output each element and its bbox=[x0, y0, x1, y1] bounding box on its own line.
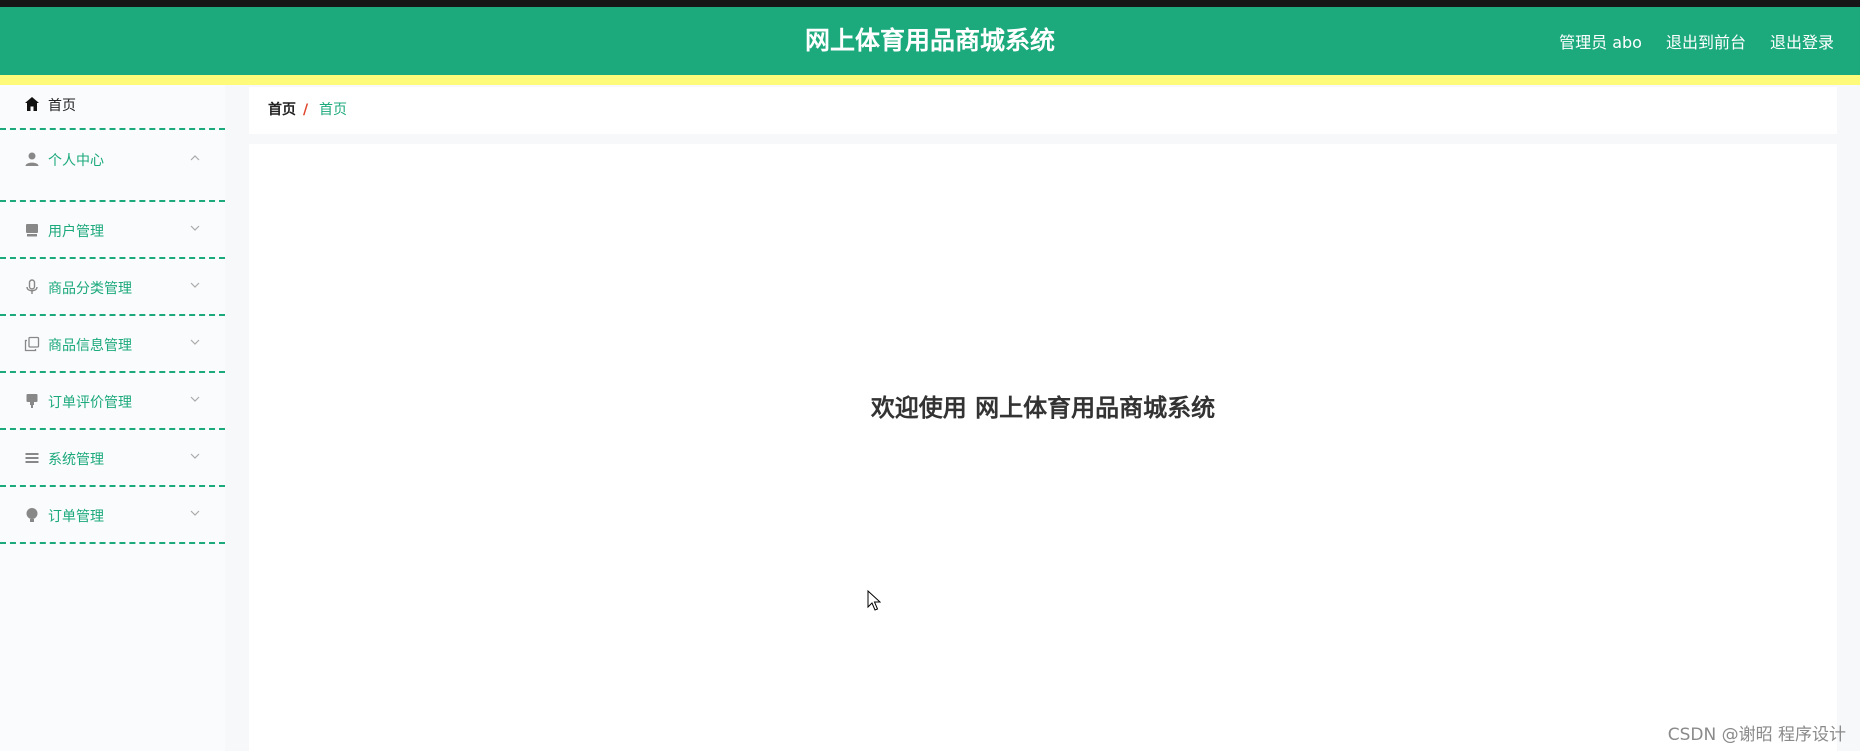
chevron-down-icon bbox=[190, 453, 200, 459]
exit-to-frontend-link[interactable]: 退出到前台 bbox=[1666, 29, 1746, 53]
top-dark-strip bbox=[0, 0, 1860, 7]
sidebar-item-home[interactable]: 首页 bbox=[0, 85, 225, 130]
sidebar-item-category-management[interactable]: 商品分类管理 bbox=[0, 259, 225, 316]
sidebar-item-label: 商品分类管理 bbox=[48, 281, 132, 297]
sidebar-item-product-management[interactable]: 商品信息管理 bbox=[0, 316, 225, 373]
stamp-icon bbox=[24, 393, 40, 409]
header-links: 管理员 abo 退出到前台 退出登录 bbox=[1559, 7, 1834, 75]
tray-icon bbox=[24, 222, 40, 238]
sidebar-item-label: 订单管理 bbox=[48, 509, 104, 525]
sidebar-item-label: 用户管理 bbox=[48, 224, 104, 240]
sidebar-item-label: 个人中心 bbox=[48, 153, 104, 169]
breadcrumb-separator: / bbox=[303, 102, 309, 118]
logout-link[interactable]: 退出登录 bbox=[1770, 29, 1834, 53]
sidebar-item-system-management[interactable]: 系统管理 bbox=[0, 430, 225, 487]
admin-user-label: 管理员 abo bbox=[1559, 33, 1642, 52]
chevron-down-icon bbox=[190, 339, 200, 345]
sidebar-item-review-management[interactable]: 订单评价管理 bbox=[0, 373, 225, 430]
chevron-down-icon bbox=[190, 510, 200, 516]
bulb-icon bbox=[24, 507, 40, 523]
sidebar-item-label: 首页 bbox=[48, 98, 76, 114]
user-icon bbox=[24, 151, 40, 167]
breadcrumb-current: 首页 bbox=[319, 102, 347, 118]
header-bar: 网上体育用品商城系统 管理员 abo 退出到前台 退出登录 bbox=[0, 7, 1860, 75]
sidebar-item-label: 商品信息管理 bbox=[48, 338, 132, 354]
mouse-cursor-icon bbox=[867, 590, 881, 611]
home-icon bbox=[24, 96, 40, 112]
content-panel: 欢迎使用 网上体育用品商城系统 bbox=[249, 144, 1837, 751]
accent-bar bbox=[0, 75, 1860, 85]
chevron-down-icon bbox=[190, 225, 200, 231]
sidebar-item-label: 系统管理 bbox=[48, 452, 104, 468]
sidebar-item-user-management[interactable]: 用户管理 bbox=[0, 202, 225, 259]
sidebar-item-profile[interactable]: 个人中心 bbox=[0, 130, 225, 202]
breadcrumb-root[interactable]: 首页 bbox=[268, 87, 296, 134]
chevron-down-icon bbox=[190, 282, 200, 288]
sidebar-item-order-management[interactable]: 订单管理 bbox=[0, 487, 225, 544]
chevron-up-icon bbox=[190, 155, 200, 161]
watermark-text: CSDN @谢昭 程序设计 bbox=[1667, 725, 1846, 745]
microphone-icon bbox=[24, 279, 40, 295]
copy-icon bbox=[24, 336, 40, 352]
list-icon bbox=[24, 450, 40, 466]
welcome-heading: 欢迎使用 网上体育用品商城系统 bbox=[870, 394, 1216, 422]
breadcrumb: 首页 / 首页 bbox=[249, 87, 1837, 134]
sidebar: 首页 个人中心 用户管理 商品分类管理 商品信息管理 订单评价管理 系统管理 订… bbox=[0, 85, 225, 751]
chevron-down-icon bbox=[190, 396, 200, 402]
sidebar-item-label: 订单评价管理 bbox=[48, 395, 132, 411]
